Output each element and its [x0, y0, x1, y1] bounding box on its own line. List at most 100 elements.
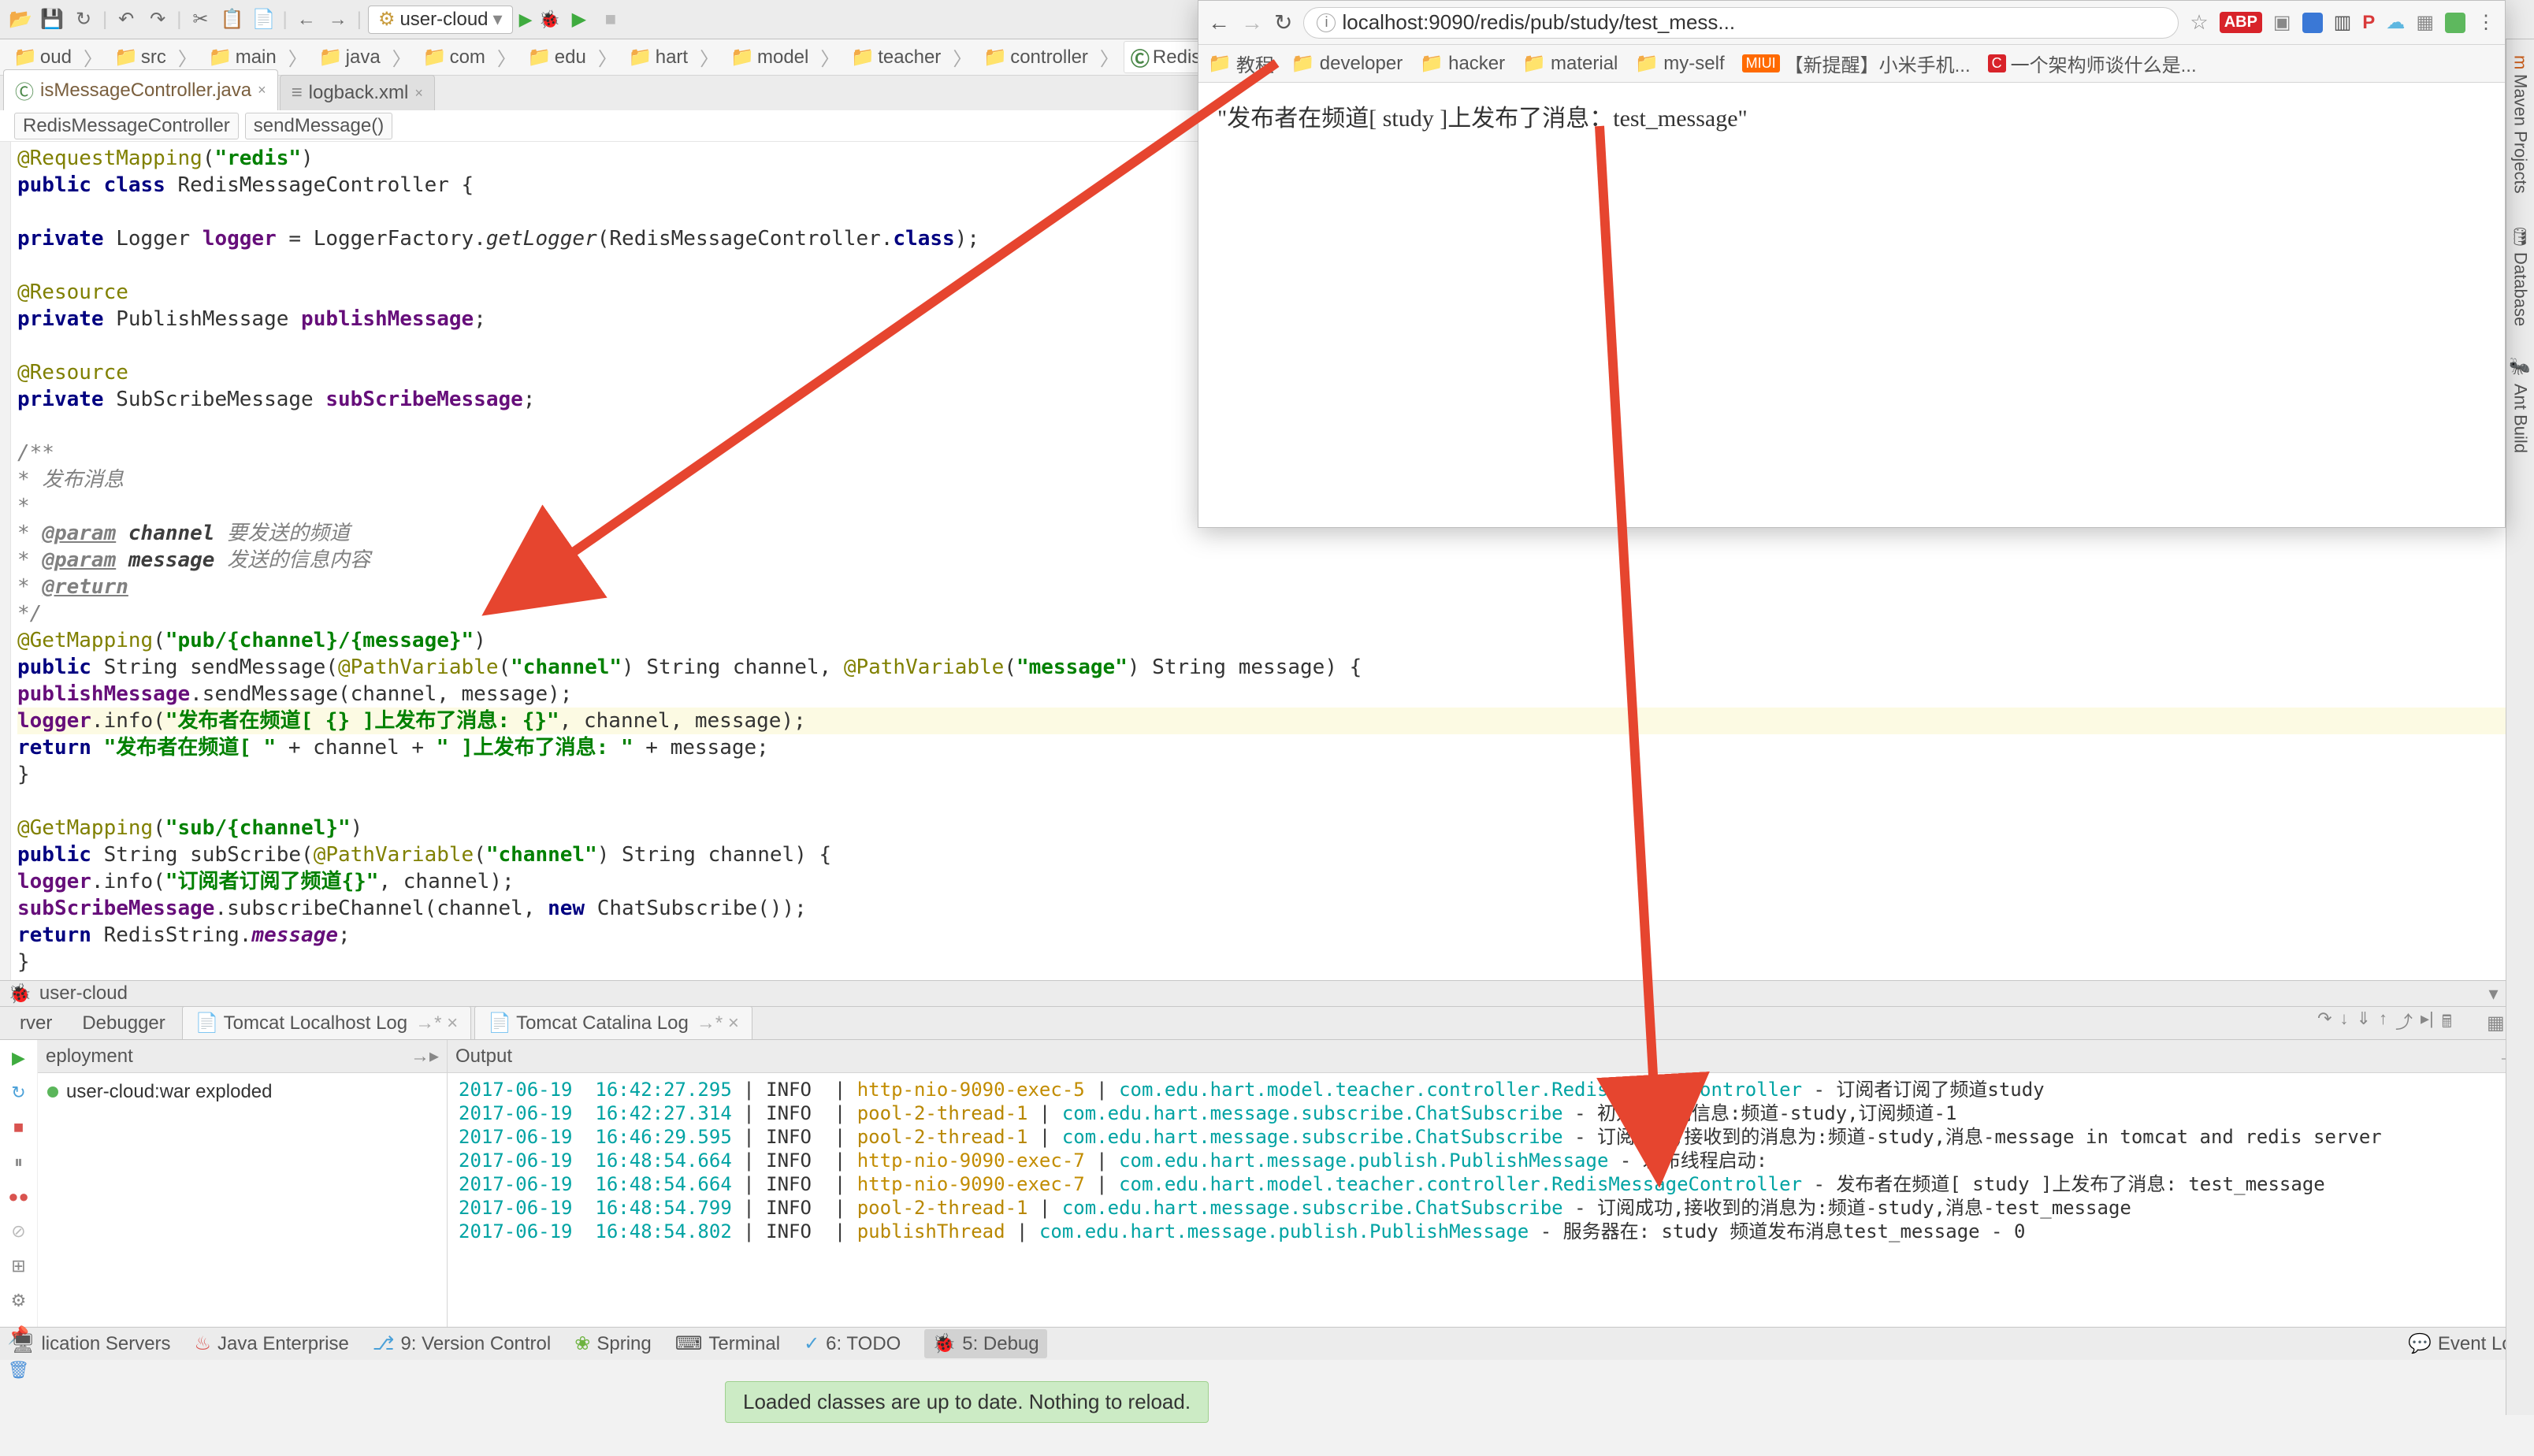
bb-spring[interactable]: ❀Spring — [574, 1332, 651, 1355]
tab-server[interactable]: rver — [6, 1007, 65, 1040]
crumb[interactable]: 📁java — [312, 43, 388, 71]
deployment-header: eployment — [46, 1046, 133, 1068]
ext-icon[interactable] — [2302, 13, 2323, 33]
crumb[interactable]: 📁src — [107, 43, 173, 71]
bookmark[interactable]: 📁material — [1522, 52, 1618, 75]
crumb[interactable]: 📁controller — [976, 43, 1095, 71]
stop-icon[interactable]: ■ — [8, 1117, 30, 1138]
terminal-icon: ⌨ — [675, 1332, 703, 1355]
crumb-method[interactable]: sendMessage() — [245, 113, 392, 139]
bookmark[interactable]: 📁my-self — [1635, 52, 1724, 75]
rerun-icon[interactable]: ▶ — [8, 1048, 30, 1068]
ext-icon[interactable] — [2445, 13, 2465, 33]
paste-icon[interactable]: 📄 — [251, 7, 276, 32]
bb-version-control[interactable]: ⎇9: Version Control — [373, 1332, 551, 1355]
bb-app-servers[interactable]: 🖥lication Servers — [11, 1332, 171, 1355]
restore-layout-icon[interactable]: ⊞ — [8, 1256, 30, 1276]
force-step-into-icon[interactable]: ⇓ — [2357, 1008, 2371, 1038]
forward-icon[interactable]: → — [1241, 10, 1263, 35]
ext-icon[interactable]: ▦ — [2416, 11, 2434, 34]
crumb[interactable]: 📁hart — [622, 43, 695, 71]
drop-frame-icon[interactable]: ⤴ — [2395, 1008, 2413, 1038]
bb-terminal[interactable]: ⌨Terminal — [675, 1332, 780, 1355]
menu-icon[interactable]: ⋮ — [2476, 11, 2495, 34]
close-icon[interactable]: × — [414, 85, 423, 102]
reload-icon[interactable]: ↻ — [1274, 9, 1292, 35]
bug-icon: 🐞 — [8, 982, 32, 1005]
step-into-icon[interactable]: ↓ — [2340, 1008, 2349, 1038]
minimize-icon[interactable]: ▾ — [2488, 982, 2498, 1005]
database-tab[interactable]: 🛢Database — [2510, 225, 2531, 326]
copy-icon[interactable]: 📋 — [219, 7, 244, 32]
bookmark[interactable]: 📁教程 — [1208, 50, 1274, 77]
console-output[interactable]: 2017-06-19 16:42:27.295 | INFO | http-ni… — [448, 1073, 2534, 1248]
cut-icon[interactable]: ✂ — [188, 7, 213, 32]
console-line: 2017-06-19 16:48:54.799 | INFO | pool-2-… — [459, 1196, 2523, 1220]
save-icon[interactable]: 💾 — [39, 7, 65, 32]
gutter — [0, 142, 11, 980]
crumb[interactable]: 📁teacher — [844, 43, 948, 71]
bookmark[interactable]: 📁hacker — [1420, 52, 1505, 75]
redo-icon[interactable]: ↷ — [145, 7, 170, 32]
close-icon[interactable]: × — [258, 82, 266, 98]
refresh-icon[interactable]: ↻ — [71, 7, 96, 32]
crumb[interactable]: 📁oud — [6, 43, 79, 71]
debug-icon[interactable]: 🐞 — [538, 9, 559, 30]
view-breakpoints-icon[interactable]: ●● — [8, 1187, 30, 1207]
debug-title: user-cloud — [39, 982, 128, 1005]
bookmark[interactable]: C一个架构师谈什么是... — [1988, 50, 2197, 77]
mute-breakpoints-icon[interactable]: ⊘ — [8, 1221, 30, 1242]
crumb[interactable]: 📁edu — [521, 43, 593, 71]
bookmark[interactable]: MIUI【新提醒】小米手机... — [1742, 50, 1971, 77]
crumb-class[interactable]: RedisMessageController — [14, 113, 239, 139]
run-config-name: user-cloud — [399, 9, 488, 31]
bb-java-enterprise[interactable]: ♨Java Enterprise — [195, 1332, 349, 1355]
tab-tomcat-catalina-log[interactable]: 📄Tomcat Catalina Log→* × — [474, 1006, 752, 1040]
deployment-item[interactable]: user-cloud:war exploded — [38, 1073, 447, 1111]
debug-body: ▶ ↻ ■ ⏸ ●● ⊘ ⊞ ⚙ 📌 🗑 eployment→▸ user-cl… — [0, 1040, 2534, 1327]
open-icon[interactable]: 📂 — [8, 7, 33, 32]
ant-tab[interactable]: 🐜Ant Build — [2510, 358, 2531, 453]
back-icon[interactable]: ← — [1208, 10, 1230, 35]
coverage-icon[interactable]: ▶ — [567, 7, 592, 32]
evaluate-icon[interactable]: 🖩 — [2442, 1008, 2452, 1038]
folder-icon: 📁 — [1522, 52, 1546, 75]
run-to-cursor-icon[interactable]: ▸| — [2421, 1008, 2434, 1038]
undo-icon[interactable]: ↶ — [113, 7, 139, 32]
address-bar[interactable]: i localhost:9090/redis/pub/study/test_me… — [1303, 7, 2179, 39]
maven-tab[interactable]: mMaven Projects — [2510, 55, 2531, 194]
step-over-icon[interactable]: ↷ — [2317, 1008, 2332, 1038]
crumb[interactable]: 📁model — [723, 43, 816, 71]
step-out-icon[interactable]: ↑ — [2379, 1008, 2387, 1038]
ext-icon[interactable]: ▣ — [2273, 11, 2291, 34]
run-icon[interactable]: ▶ — [519, 9, 533, 30]
bb-debug[interactable]: 🐞5: Debug — [924, 1329, 1046, 1358]
settings-icon[interactable]: ⚙ — [8, 1291, 30, 1311]
tab-tomcat-localhost-log[interactable]: 📄Tomcat Localhost Log→* × — [182, 1006, 471, 1040]
tab-debugger[interactable]: Debugger — [69, 1007, 178, 1040]
run-configuration-selector[interactable]: ⚙ user-cloud ▾ — [368, 6, 513, 34]
ext-icon[interactable]: ▥ — [2334, 11, 2352, 34]
abp-icon[interactable]: ABP — [2220, 12, 2262, 33]
layout-icon[interactable]: ▦ — [2487, 1012, 2505, 1034]
site-info-icon[interactable]: i — [1317, 13, 1336, 32]
bookmarks-bar: 📁教程 📁developer 📁hacker 📁material 📁my-sel… — [1198, 45, 2505, 83]
pause-icon[interactable]: ⏸ — [8, 1152, 30, 1172]
site-icon: C — [1988, 54, 2006, 72]
ext-icon[interactable]: ☁ — [2386, 11, 2405, 34]
star-icon[interactable]: ☆ — [2190, 10, 2208, 35]
stop-icon[interactable]: ■ — [598, 7, 623, 32]
editor-tab-active[interactable]: Ⓒ isMessageController.java × — [3, 69, 278, 110]
reload-notification: Loaded classes are up to date. Nothing t… — [725, 1381, 1209, 1423]
back-icon[interactable]: ← — [294, 7, 319, 32]
chevron-down-icon: ▾ — [493, 8, 503, 31]
ext-icon[interactable]: P — [2362, 12, 2375, 34]
bb-todo[interactable]: ✓6: TODO — [804, 1332, 901, 1355]
forward-icon[interactable]: → — [325, 7, 351, 32]
trash-icon[interactable]: 🗑 — [8, 1360, 30, 1380]
editor-tab[interactable]: ≡ logback.xml × — [280, 75, 435, 110]
bookmark[interactable]: 📁developer — [1291, 52, 1403, 75]
crumb[interactable]: 📁main — [202, 43, 284, 71]
crumb[interactable]: 📁com — [416, 43, 492, 71]
update-icon[interactable]: ↻ — [8, 1083, 30, 1103]
